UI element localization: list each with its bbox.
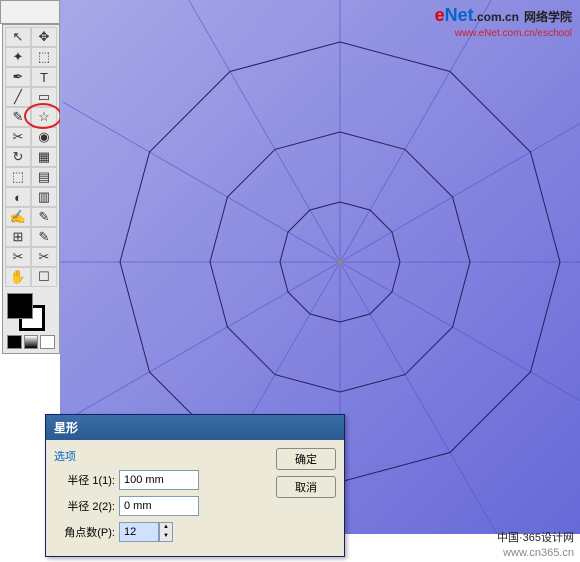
tool-10-1[interactable]: ✎: [31, 227, 57, 247]
tool-7-0[interactable]: ⬚: [5, 167, 31, 187]
radius1-input[interactable]: [119, 470, 199, 490]
tool-8-0[interactable]: ◐: [5, 187, 31, 207]
tool-3-0[interactable]: ╱: [5, 87, 31, 107]
tool-2-0[interactable]: ✒: [5, 67, 31, 87]
wm-cn-text: 网络学院: [524, 10, 572, 24]
tool-1-1[interactable]: ⬚: [31, 47, 57, 67]
swatch-gradient[interactable]: [24, 335, 39, 349]
swatch-color[interactable]: [7, 335, 22, 349]
tool-9-1[interactable]: ✎: [31, 207, 57, 227]
tool-2-1[interactable]: T: [31, 67, 57, 87]
tool-0-0[interactable]: ↖: [5, 27, 31, 47]
points-input[interactable]: [119, 522, 159, 542]
spinner-up-icon[interactable]: ▲: [160, 523, 172, 532]
tool-11-1[interactable]: ✂: [31, 247, 57, 267]
tool-9-0[interactable]: ✍: [5, 207, 31, 227]
points-label: 角点数(P):: [54, 524, 119, 540]
fill-swatch[interactable]: [7, 293, 33, 319]
radius2-label: 半径 2(2):: [54, 498, 119, 514]
wm-logo-suffix: .com.cn: [474, 10, 519, 24]
tool-5-1[interactable]: ◉: [31, 127, 57, 147]
tool-11-0[interactable]: ✂: [5, 247, 31, 267]
points-spinner[interactable]: ▲ ▼: [159, 522, 173, 542]
tool-1-0[interactable]: ✦: [5, 47, 31, 67]
wm-logo-net: Net: [445, 5, 474, 25]
star-dialog: 星形 选项 半径 1(1): 半径 2(2): 角点数(P): ▲ ▼ 确定: [45, 414, 345, 557]
footer-line2: www.cn365.cn: [497, 546, 574, 560]
radius2-input[interactable]: [119, 496, 199, 516]
tool-3-1[interactable]: ▭: [31, 87, 57, 107]
tool-4-0[interactable]: ✎: [5, 107, 31, 127]
tool-6-0[interactable]: ↻: [5, 147, 31, 167]
toolbox-panel: ↖✥✦⬚✒T╱▭✎☆✂◉↻▦⬚▤◐▥✍✎⊞✎✂✂✋☐: [2, 24, 60, 354]
options-group-label: 选项: [54, 448, 266, 464]
tool-10-0[interactable]: ⊞: [5, 227, 31, 247]
color-swatches[interactable]: [5, 291, 57, 351]
dialog-title: 星形: [46, 415, 344, 440]
spinner-down-icon[interactable]: ▼: [160, 532, 172, 541]
tool-12-1[interactable]: ☐: [31, 267, 57, 287]
top-decoration: [0, 0, 60, 24]
radius1-label: 半径 1(1):: [54, 472, 119, 488]
tool-5-0[interactable]: ✂: [5, 127, 31, 147]
wm-url: www.eNet.com.cn/eschool: [435, 27, 572, 40]
tool-6-1[interactable]: ▦: [31, 147, 57, 167]
center-point: [337, 259, 343, 265]
cancel-button[interactable]: 取消: [276, 476, 336, 498]
footer-credit: 中国·365设计网 www.cn365.cn: [497, 531, 574, 560]
wm-logo-e: e: [435, 5, 445, 25]
tool-8-1[interactable]: ▥: [31, 187, 57, 207]
footer-line1: 中国·365设计网: [497, 531, 574, 545]
tool-12-0[interactable]: ✋: [5, 267, 31, 287]
tool-7-1[interactable]: ▤: [31, 167, 57, 187]
watermark: eNet.com.cn 网络学院 www.eNet.com.cn/eschool: [435, 4, 572, 40]
tool-4-1[interactable]: ☆: [31, 107, 57, 127]
tool-0-1[interactable]: ✥: [31, 27, 57, 47]
swatch-none[interactable]: [40, 335, 55, 349]
ok-button[interactable]: 确定: [276, 448, 336, 470]
